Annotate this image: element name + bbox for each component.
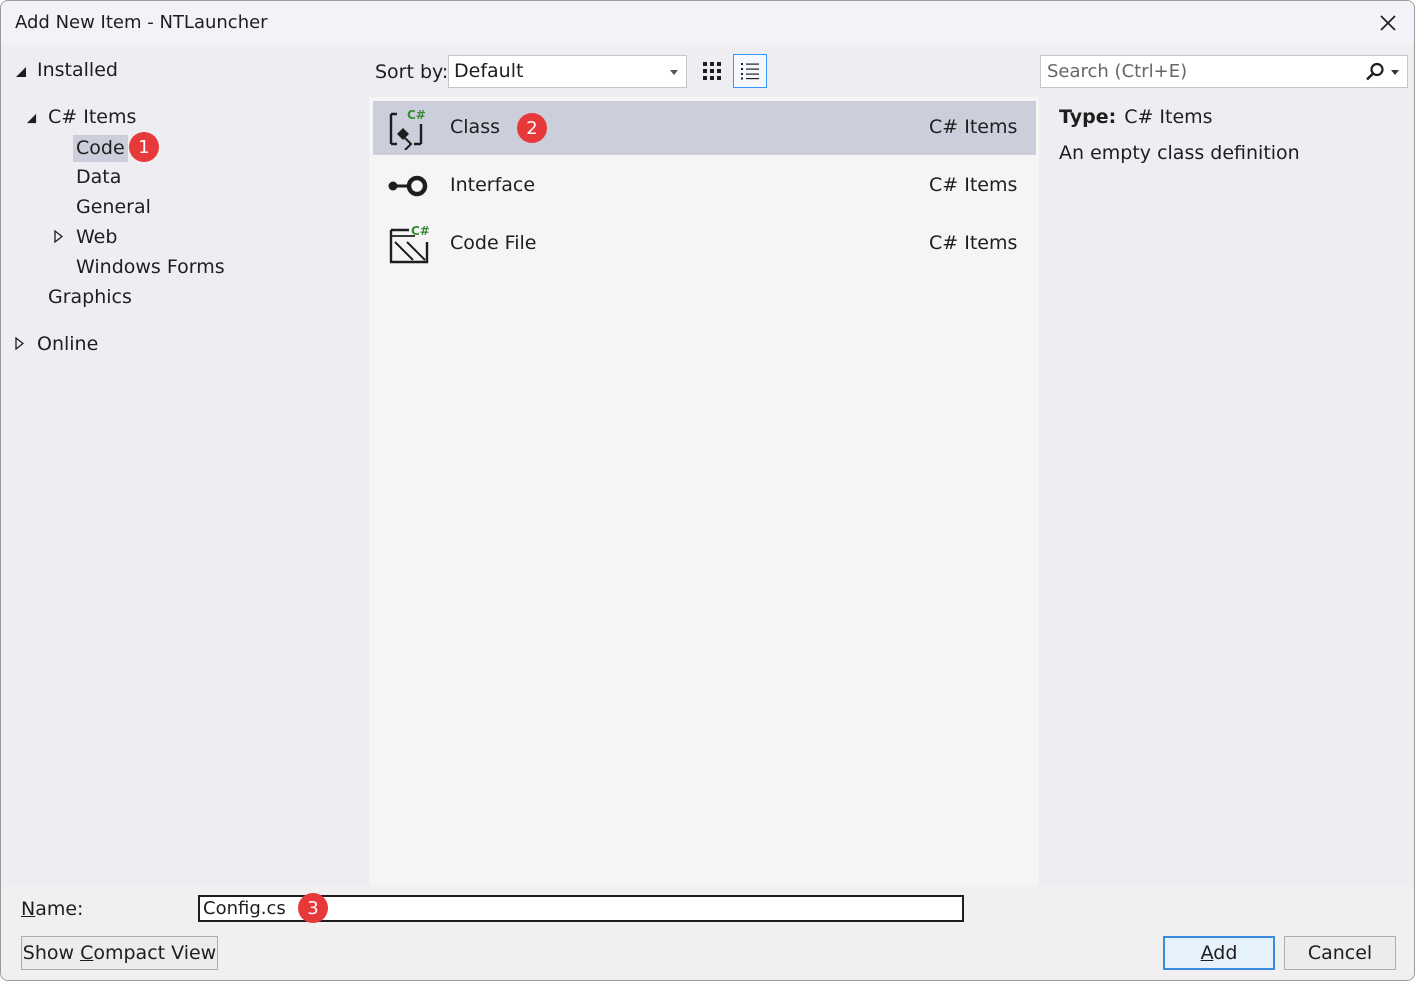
collapsed-caret-icon[interactable] bbox=[15, 337, 24, 350]
search-options-chevron-icon[interactable] bbox=[1391, 70, 1399, 75]
name-label: Name: bbox=[21, 898, 84, 920]
step-badge-2: 2 bbox=[517, 113, 547, 143]
tree-item-graphics[interactable]: Graphics bbox=[48, 286, 132, 308]
list-item-class[interactable]: C# Class C# Items bbox=[373, 101, 1036, 155]
expanded-caret-icon[interactable] bbox=[15, 66, 27, 78]
item-category: C# Items bbox=[929, 174, 1018, 196]
sort-by-dropdown[interactable]: Default bbox=[448, 55, 687, 88]
tree-item-csharp-items[interactable]: C# Items bbox=[48, 106, 136, 128]
expanded-caret-icon[interactable] bbox=[26, 113, 37, 124]
type-value: C# Items bbox=[1124, 106, 1213, 128]
search-icon[interactable] bbox=[1365, 62, 1385, 82]
collapsed-caret-icon[interactable] bbox=[54, 230, 63, 243]
template-list: C# Class C# Items 2 Interface C# Items C… bbox=[369, 97, 1039, 885]
interface-icon bbox=[388, 175, 428, 197]
close-icon bbox=[1380, 15, 1396, 31]
detail-description: An empty class definition bbox=[1059, 142, 1300, 164]
show-compact-view-button[interactable]: Show Compact View bbox=[21, 936, 218, 970]
tree-item-installed[interactable]: Installed bbox=[37, 59, 118, 81]
list-item-interface[interactable]: Interface C# Items bbox=[373, 159, 1036, 213]
tree-item-general[interactable]: General bbox=[76, 196, 151, 218]
sort-by-value: Default bbox=[454, 60, 524, 82]
item-name: Code File bbox=[450, 232, 537, 254]
type-label: Type: bbox=[1059, 106, 1117, 128]
step-badge-3: 3 bbox=[298, 893, 328, 923]
item-category: C# Items bbox=[929, 116, 1018, 138]
search-box[interactable] bbox=[1040, 55, 1408, 88]
code-file-icon: C# bbox=[389, 224, 429, 264]
list-icon bbox=[741, 63, 759, 80]
window-title: Add New Item - NTLauncher bbox=[15, 12, 268, 33]
svg-text:C#: C# bbox=[411, 224, 429, 238]
close-button[interactable] bbox=[1362, 1, 1414, 45]
item-name: Class bbox=[450, 116, 500, 138]
list-view-button[interactable] bbox=[733, 54, 767, 88]
tree-item-data[interactable]: Data bbox=[76, 166, 121, 188]
class-icon: C# bbox=[389, 108, 426, 150]
grid-icon bbox=[703, 62, 721, 80]
tree-item-web[interactable]: Web bbox=[76, 226, 117, 248]
add-new-item-dialog: Add New Item - NTLauncher Installed C# I… bbox=[0, 0, 1415, 981]
item-name: Interface bbox=[450, 174, 536, 196]
title-bar: Add New Item - NTLauncher bbox=[1, 1, 1414, 45]
svg-text:C#: C# bbox=[407, 108, 426, 122]
tree-item-online[interactable]: Online bbox=[37, 333, 98, 355]
list-item-code-file[interactable]: C# Code File C# Items bbox=[373, 217, 1036, 271]
step-badge-1: 1 bbox=[129, 132, 159, 162]
tree-item-windows-forms[interactable]: Windows Forms bbox=[76, 256, 225, 278]
search-input[interactable] bbox=[1041, 56, 1361, 87]
add-button[interactable]: Add bbox=[1163, 936, 1275, 970]
sort-by-label: Sort by: bbox=[375, 61, 449, 83]
tree-item-code[interactable]: Code bbox=[73, 135, 128, 162]
name-label-mnemonic: N bbox=[21, 898, 36, 920]
medium-icons-view-button[interactable] bbox=[695, 54, 729, 88]
chevron-down-icon bbox=[670, 70, 678, 75]
detail-type: Type: C# Items bbox=[1059, 106, 1213, 128]
cancel-button[interactable]: Cancel bbox=[1284, 936, 1396, 970]
item-category: C# Items bbox=[929, 232, 1018, 254]
